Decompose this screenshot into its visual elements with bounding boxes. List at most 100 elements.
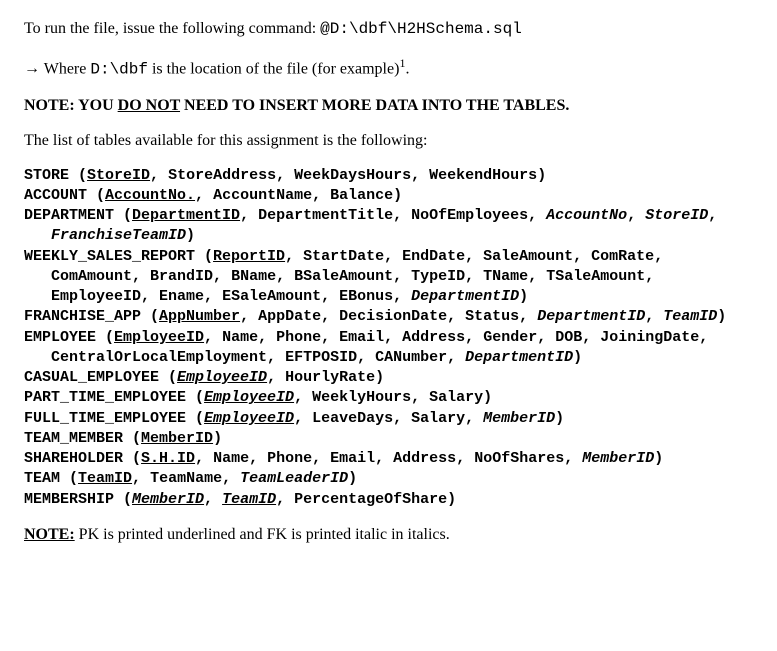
- col-pk-fk: EmployeeID: [204, 389, 294, 406]
- col: EmployeeID: [51, 288, 141, 305]
- col: EBonus: [339, 288, 393, 305]
- table-name: FULL_TIME_EMPLOYEE: [24, 410, 186, 427]
- col: CANumber: [375, 349, 447, 366]
- note-suffix: NEED TO INSERT MORE DATA INTO THE TABLES…: [180, 97, 569, 114]
- table-team: TEAM (TeamID, TeamName, TeamLeaderID): [24, 469, 753, 489]
- col: ComAmount: [51, 268, 132, 285]
- table-membership: MEMBERSHIP (MemberID, TeamID, Percentage…: [24, 490, 753, 510]
- schema-definitions: STORE (StoreID, StoreAddress, WeekDaysHo…: [24, 166, 753, 510]
- table-name: CASUAL_EMPLOYEE: [24, 369, 159, 386]
- col: WeekDaysHours: [294, 167, 411, 184]
- col-fk: DepartmentID: [465, 349, 573, 366]
- table-employee: EMPLOYEE (EmployeeID, Name, Phone, Email…: [24, 328, 753, 369]
- col: Gender: [483, 329, 537, 346]
- col: StartDate: [303, 248, 384, 265]
- col: NoOfShares: [474, 450, 564, 467]
- table-casual-employee: CASUAL_EMPLOYEE (EmployeeID, HourlyRate): [24, 368, 753, 388]
- col: EndDate: [402, 248, 465, 265]
- col: Address: [402, 329, 465, 346]
- col-pk: TeamID: [78, 470, 132, 487]
- col-pk-fk: MemberID: [132, 491, 204, 508]
- col: BrandID: [150, 268, 213, 285]
- table-part-time-employee: PART_TIME_EMPLOYEE (EmployeeID, WeeklyHo…: [24, 388, 753, 408]
- table-store: STORE (StoreID, StoreAddress, WeekDaysHo…: [24, 166, 753, 186]
- col: Status: [465, 308, 519, 325]
- col: AppDate: [258, 308, 321, 325]
- run-command-code: @D:\dbf\H2HSchema.sql: [320, 20, 522, 38]
- where-path: D:\dbf: [90, 60, 148, 78]
- col: TSaleAmount: [546, 268, 645, 285]
- table-name: MEMBERSHIP: [24, 491, 114, 508]
- col-fk: AccountNo: [546, 207, 627, 224]
- table-name: TEAM: [24, 470, 60, 487]
- col: EFTPOSID: [285, 349, 357, 366]
- col-fk: DepartmentID: [537, 308, 645, 325]
- col: BName: [231, 268, 276, 285]
- table-full-time-employee: FULL_TIME_EMPLOYEE (EmployeeID, LeaveDay…: [24, 409, 753, 429]
- arrow-right-icon: →: [24, 58, 40, 80]
- note-do-not: DO NOT: [118, 97, 180, 114]
- table-name: FRANCHISE_APP: [24, 308, 141, 325]
- col: DecisionDate: [339, 308, 447, 325]
- col: ESaleAmount: [222, 288, 321, 305]
- table-name: TEAM_MEMBER: [24, 430, 123, 447]
- col-pk: MemberID: [141, 430, 213, 447]
- col: JoiningDate: [600, 329, 699, 346]
- table-franchise-app: FRANCHISE_APP (AppNumber, AppDate, Decis…: [24, 307, 753, 327]
- col-pk: AccountNo.: [105, 187, 195, 204]
- col: Name: [213, 450, 249, 467]
- col: Phone: [267, 450, 312, 467]
- col: Address: [393, 450, 456, 467]
- table-team-member: TEAM_MEMBER (MemberID): [24, 429, 753, 449]
- run-command-text: To run the file, issue the following com…: [24, 18, 753, 41]
- col: WeeklyHours: [312, 389, 411, 406]
- col: Email: [330, 450, 375, 467]
- col: NoOfEmployees: [411, 207, 528, 224]
- col: AccountName: [213, 187, 312, 204]
- col-pk: StoreID: [87, 167, 150, 184]
- table-name: STORE: [24, 167, 69, 184]
- table-name: SHAREHOLDER: [24, 450, 123, 467]
- col-fk: MemberID: [582, 450, 654, 467]
- col: WeekendHours: [429, 167, 537, 184]
- note-key-legend: NOTE: PK is printed underlined and FK is…: [24, 524, 753, 546]
- col: HourlyRate: [285, 369, 375, 386]
- col: Salary: [429, 389, 483, 406]
- table-department: DEPARTMENT (DepartmentID, DepartmentTitl…: [24, 206, 753, 247]
- col-pk-fk: TeamID: [222, 491, 276, 508]
- table-name: EMPLOYEE: [24, 329, 96, 346]
- col: DOB: [555, 329, 582, 346]
- table-account: ACCOUNT (AccountNo., AccountName, Balanc…: [24, 186, 753, 206]
- col: TeamName: [150, 470, 222, 487]
- col: Ename: [159, 288, 204, 305]
- col-fk: FranchiseTeamID: [51, 227, 186, 244]
- col-fk: TeamLeaderID: [240, 470, 348, 487]
- table-shareholder: SHAREHOLDER (S.H.ID, Name, Phone, Email,…: [24, 449, 753, 469]
- col: BSaleAmount: [294, 268, 393, 285]
- col: Balance: [330, 187, 393, 204]
- table-name: ACCOUNT: [24, 187, 87, 204]
- col: SaleAmount: [483, 248, 573, 265]
- col: Salary: [411, 410, 465, 427]
- note-insert-data: NOTE: YOU DO NOT NEED TO INSERT MORE DAT…: [24, 95, 753, 117]
- col-pk: ReportID: [213, 248, 285, 265]
- where-suffix: is the location of the file (for example…: [152, 60, 399, 77]
- run-command-prefix: To run the file, issue the following com…: [24, 20, 320, 37]
- table-weekly-sales-report: WEEKLY_SALES_REPORT (ReportID, StartDate…: [24, 247, 753, 308]
- col-pk-fk: EmployeeID: [204, 410, 294, 427]
- col-fk: StoreID: [645, 207, 708, 224]
- col-pk: DepartmentID: [132, 207, 240, 224]
- col: CentralOrLocalEmployment: [51, 349, 267, 366]
- col: DepartmentTitle: [258, 207, 393, 224]
- col-pk: S.H.ID: [141, 450, 195, 467]
- col-pk-fk: EmployeeID: [177, 369, 267, 386]
- col-fk: MemberID: [483, 410, 555, 427]
- col: LeaveDays: [312, 410, 393, 427]
- col-pk: AppNumber: [159, 308, 240, 325]
- col: Name: [222, 329, 258, 346]
- table-name: DEPARTMENT: [24, 207, 114, 224]
- col-pk: EmployeeID: [114, 329, 204, 346]
- file-location-text: → Where D:\dbf is the location of the fi…: [24, 55, 753, 81]
- col-fk: TeamID: [663, 308, 717, 325]
- col: Email: [339, 329, 384, 346]
